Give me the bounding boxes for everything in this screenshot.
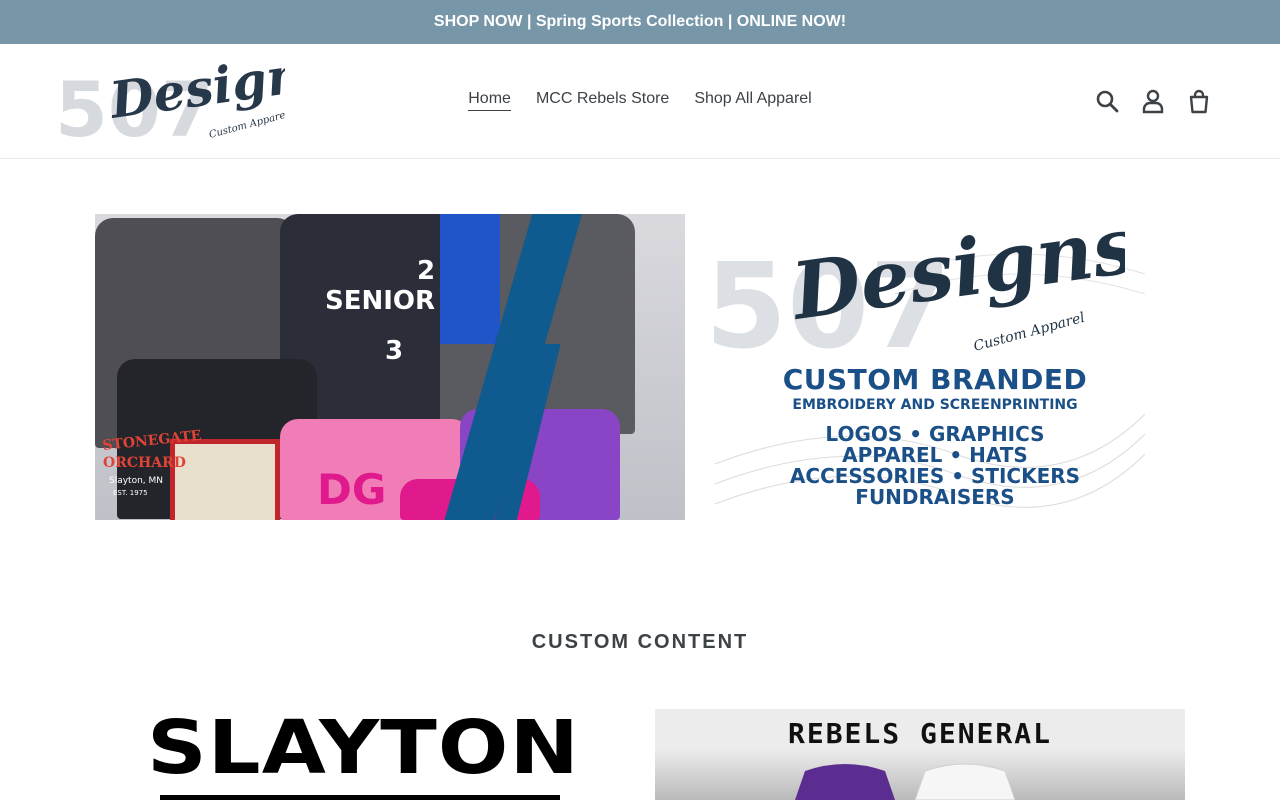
orchard-est: EST. 1975 [113,489,148,497]
announcement-bar[interactable]: SHOP NOW | Spring Sports Collection | ON… [0,0,1280,44]
hero-line-apparel: APPAREL • HATS [842,443,1028,467]
card-rebels-general[interactable]: REBELS GENERAL [655,709,1185,800]
orchard-name: STONEGATE [102,428,202,454]
section-title: CUSTOM CONTENT [531,631,749,653]
search-icon[interactable] [1094,88,1120,114]
nav-mcc-rebels-store[interactable]: MCC Rebels Store [536,90,669,111]
header-icons [1094,88,1212,114]
hero-product-photo: SENIOR 2 3 STONEGATE ORCHARD Slayton, MN… [95,214,685,520]
nav-home[interactable]: Home [468,90,511,111]
card-slayton-bar [160,795,560,800]
hero-subheadline: EMBROIDERY AND SCREENPRINTING [792,397,1078,413]
card-rebels-shirts [795,763,1016,800]
hero-product-labels: SENIOR 2 3 STONEGATE ORCHARD Slayton, MN… [102,256,435,514]
hero-logo-tagline: Custom Apparel [972,310,1087,355]
hero-headline: CUSTOM BRANDED [782,363,1088,396]
hero-copy: CUSTOM BRANDED EMBROIDERY AND SCREENPRIN… [735,364,1135,508]
nav-shop-all-apparel[interactable]: Shop All Apparel [694,90,811,111]
account-icon[interactable] [1140,88,1166,114]
orchard-name-2: ORCHARD [103,455,186,471]
main-nav: Home MCC Rebels Store Shop All Apparel [0,90,1280,111]
hero-banner[interactable]: SENIOR 2 3 STONEGATE ORCHARD Slayton, MN… [95,214,1145,520]
card-slayton-title: SLAYTON [147,705,580,791]
year-bottom: 3 [385,336,403,366]
card-rebels-title: REBELS GENERAL [787,717,1052,750]
card-slayton[interactable]: SLAYTON [95,705,625,800]
announcement-text[interactable]: SHOP NOW | Spring Sports Collection | ON… [434,13,846,31]
hero-line-fundraisers: FUNDRAISERS [855,485,1015,509]
hero-line-accessories: ACCESSORIES • STICKERS [789,464,1081,488]
site-header: 507 Designs Custom Apparel Home MCC Rebe… [0,41,1280,159]
senior-text: SENIOR [325,286,435,316]
cart-icon[interactable] [1186,88,1212,114]
orchard-location: Slayton, MN [109,476,163,486]
hero-line-logos: LOGOS • GRAPHICS [825,422,1045,446]
pink-shirt-text: DG [317,465,386,514]
hero-logo: 507 Designs Custom Apparel [705,219,1125,364]
year-top: 2 [417,256,435,286]
